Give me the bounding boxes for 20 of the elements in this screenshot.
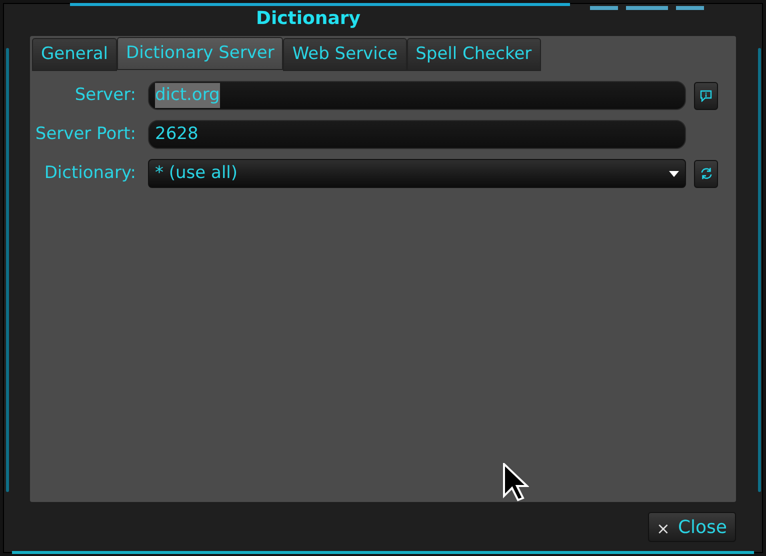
mouse-pointer-icon xyxy=(503,463,529,503)
tab[interactable]: Dictionary Server xyxy=(117,37,284,70)
dictionary-dropdown[interactable]: * (use all) xyxy=(148,159,686,188)
refresh-icon xyxy=(700,167,712,180)
dropdown-arrow-icon xyxy=(669,170,679,176)
window-title: Dictionary xyxy=(256,10,360,28)
tab[interactable]: Spell Checker xyxy=(406,38,541,71)
field-label: Server: xyxy=(74,84,137,107)
tab[interactable]: Web Service xyxy=(283,38,407,71)
dropdown-value: * (use all) xyxy=(155,162,238,185)
info-button[interactable] xyxy=(694,82,718,110)
text-field[interactable]: 2628 xyxy=(148,120,686,149)
info-icon xyxy=(700,90,712,102)
field-label: Dictionary: xyxy=(43,162,137,185)
field-value: 2628 xyxy=(155,122,198,146)
field-label: Server Port: xyxy=(34,122,137,146)
field-value: dict.org xyxy=(155,82,220,108)
tab[interactable]: General xyxy=(32,38,117,71)
close-button[interactable]: × Close xyxy=(648,512,736,542)
refresh-button[interactable] xyxy=(694,160,718,188)
